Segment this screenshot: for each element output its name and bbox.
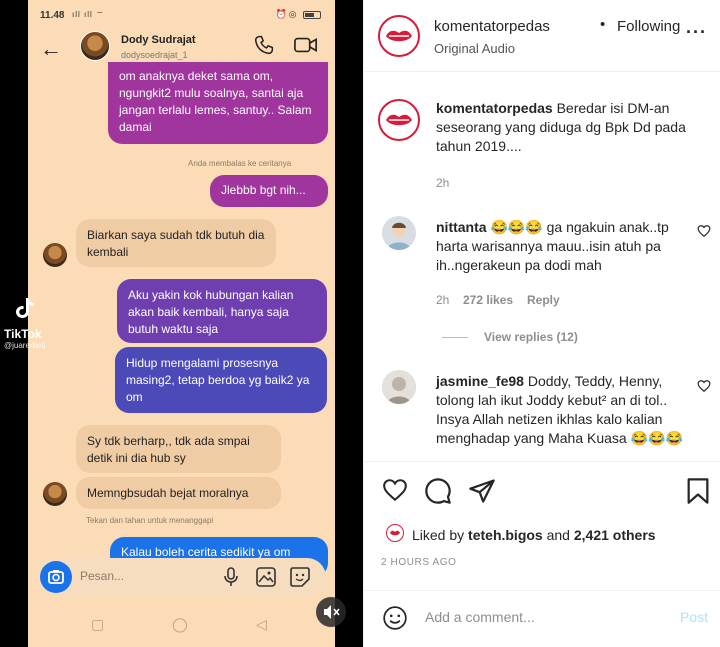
comment-body: nittanta 😂😂😂 ga ngakuin anak..tp harta w…	[436, 218, 694, 275]
post-timestamp[interactable]: 2 HOURS AGO	[381, 557, 457, 568]
home-icon: ◯	[172, 616, 188, 632]
mute-button[interactable]	[316, 597, 346, 627]
avatar	[80, 31, 110, 61]
message-bubble-received: Sy tdk berharp,, tdk ada smpai detik ini…	[76, 425, 281, 473]
message-input-bar: Pesan...	[36, 558, 326, 596]
android-nav-bar: ▢ ◯ ◁	[28, 612, 335, 638]
comment-username[interactable]: jasmine_fe98	[436, 373, 524, 389]
tiktok-logo-icon	[16, 298, 34, 318]
comment-likes[interactable]: 272 likes	[463, 293, 513, 307]
message-bubble-sent: om anaknya deket sama om, ngungkit2 mulu…	[108, 62, 328, 144]
separator-dot: •	[600, 16, 606, 33]
caption-username[interactable]: komentatorpedas	[436, 100, 553, 116]
lips-logo-icon	[386, 30, 412, 42]
post-actions: Liked by teteh.bigos and 2,421 others 2 …	[364, 461, 720, 611]
liked-by-prefix: Liked by	[412, 527, 465, 543]
camera-icon	[40, 561, 72, 593]
like-heart-icon[interactable]	[381, 477, 409, 503]
liked-by-user[interactable]: teteh.bigos	[468, 527, 543, 543]
reply-hint: Tekan dan tahan untuk menanggapi	[86, 516, 214, 525]
comment-like-heart-icon[interactable]	[697, 224, 711, 238]
liker-avatar	[386, 524, 404, 542]
signal-icon: ıll ıll ⌔	[72, 10, 105, 19]
comment-like-heart-icon[interactable]	[697, 379, 711, 393]
emoji-smiley-icon[interactable]	[382, 605, 408, 631]
reply-button[interactable]: Reply	[527, 293, 560, 307]
message-bubble-sent: Jlebbb bgt nih...	[210, 175, 328, 207]
message-bubble-received: Biarkan saya sudah tdk butuh dia kembali	[76, 219, 276, 267]
chat-contact-name: Dody Sudrajat	[121, 34, 196, 46]
comment-time: 2h	[436, 293, 450, 307]
message-input-placeholder: Pesan...	[80, 569, 125, 583]
tiktok-watermark: TikTok @juarerbeti	[4, 296, 64, 350]
post-comment-button[interactable]: Post	[680, 609, 708, 625]
lips-logo-icon	[386, 114, 412, 126]
comments-list[interactable]: komentatorpedas Beredar isi DM-an seseor…	[364, 73, 720, 460]
reply-meta: Anda membalas ke ceritanya	[188, 159, 292, 168]
microphone-icon	[224, 567, 238, 586]
video-call-icon	[294, 37, 317, 53]
battery-icon	[303, 10, 321, 19]
tiktok-label: TikTok	[4, 327, 42, 341]
phone-status-bar: 11.48 ıll ıll ⌔ ⏰◎	[28, 0, 335, 28]
phone-screenshot: 11.48 ıll ıll ⌔ ⏰◎ ← Dody Sudrajat dodys…	[28, 0, 335, 647]
post-header: komentatorpedas • Following Original Aud…	[364, 0, 720, 72]
post-username[interactable]: komentatorpedas	[434, 18, 550, 35]
gallery-icon	[256, 567, 276, 587]
avatar	[43, 482, 67, 506]
recents-icon: ▢	[91, 616, 105, 632]
status-time: 11.48	[40, 10, 65, 21]
liked-by-text: Liked by teteh.bigos and 2,421 others	[412, 527, 656, 543]
add-comment-bar: Add a comment... Post	[364, 590, 720, 647]
speaker-muted-icon	[324, 605, 340, 619]
back-icon: ◁	[256, 616, 267, 632]
add-comment-input[interactable]: Add a comment...	[425, 609, 535, 625]
caption-avatar[interactable]	[378, 99, 420, 141]
comment-body: jasmine_fe98 Doddy, Teddy, Henny, tolong…	[436, 372, 698, 448]
message-bubble-sent: Hidup mengalami prosesnya masing2, tetap…	[115, 347, 327, 413]
liked-by-others[interactable]: 2,421 others	[574, 527, 656, 543]
bookmark-icon[interactable]	[686, 477, 710, 505]
message-bubble-sent: Aku yakin kok hubungan kalian akan baik …	[117, 279, 327, 343]
sticker-icon	[290, 567, 310, 587]
view-replies-button[interactable]: View replies (12)	[484, 330, 578, 344]
profile-avatar[interactable]	[378, 15, 420, 57]
share-paper-plane-icon[interactable]	[468, 477, 496, 505]
divider	[442, 337, 468, 338]
liked-by-and: and	[546, 527, 570, 543]
comment-avatar[interactable]	[382, 370, 416, 404]
comment-bubble-icon[interactable]	[424, 477, 452, 505]
avatar	[43, 243, 67, 267]
comment-avatar[interactable]	[382, 216, 416, 250]
phone-call-icon	[254, 35, 274, 55]
post-panel: komentatorpedas • Following Original Aud…	[363, 0, 720, 647]
chat-contact-handle: dodysoedrajat_1	[121, 50, 188, 60]
tiktok-username: @juarerbeti	[4, 341, 46, 350]
caption: komentatorpedas Beredar isi DM-an seseor…	[436, 99, 712, 156]
audio-link[interactable]: Original Audio	[434, 41, 515, 56]
caption-time: 2h	[436, 176, 450, 190]
following-button[interactable]: Following	[617, 18, 680, 35]
status-icons: ⏰◎	[275, 9, 321, 20]
comment-username[interactable]: nittanta	[436, 219, 487, 235]
video-player[interactable]: 11.48 ıll ıll ⌔ ⏰◎ ← Dody Sudrajat dodys…	[0, 0, 363, 647]
message-bubble-received: Memngbsudah bejat moralnya	[76, 477, 281, 509]
back-arrow-icon: ←	[40, 36, 62, 61]
more-options-icon[interactable]: ···	[686, 22, 707, 43]
